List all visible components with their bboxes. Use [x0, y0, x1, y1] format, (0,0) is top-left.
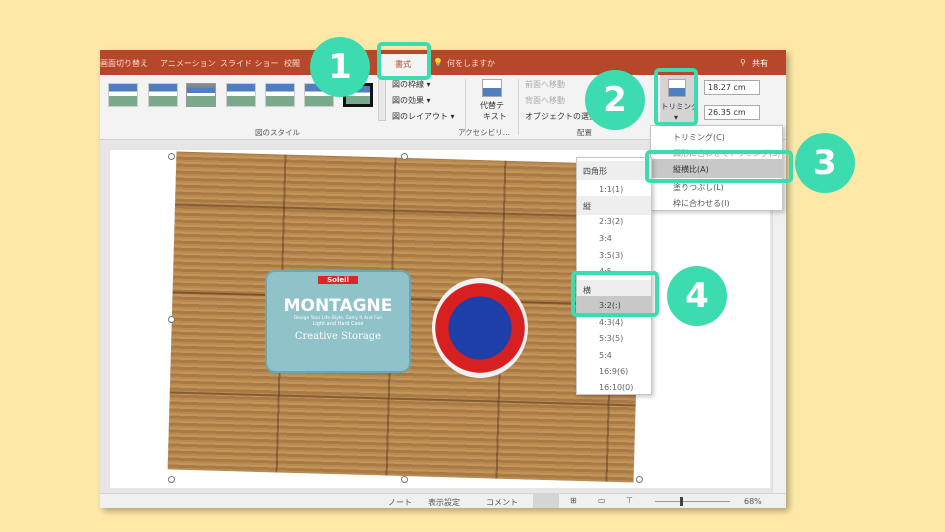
header-square: 四角形 — [577, 161, 651, 180]
group-label-arrange: 配置 — [577, 128, 592, 137]
gallery-scroll[interactable] — [378, 79, 386, 121]
style-thumb[interactable] — [265, 83, 295, 107]
picture-border-button[interactable]: 図の枠線 ▾ — [392, 79, 431, 90]
zoom-slider-thumb[interactable] — [680, 497, 683, 506]
notes-button[interactable]: ノート — [388, 497, 412, 508]
callout-2: 2 — [585, 70, 645, 130]
normal-view-button[interactable] — [533, 494, 559, 508]
style-thumb[interactable] — [148, 83, 178, 107]
group-label-accessibility: アクセシビリ… — [458, 128, 511, 137]
alt-text-button[interactable]: 代替テ — [480, 100, 504, 111]
resize-handle[interactable] — [168, 153, 175, 160]
highlight-format-tab — [377, 42, 431, 80]
resize-handle[interactable] — [401, 153, 408, 160]
height-field[interactable]: 18.27 cm — [704, 80, 760, 95]
slide-sorter-icon[interactable]: ⊞ — [570, 496, 577, 505]
group-label-picture-styles: 図のスタイル — [255, 128, 300, 137]
bring-forward-button[interactable]: 前面へ移動 — [525, 79, 565, 90]
callout-4: 4 — [667, 266, 727, 326]
status-bar: ノート 表示設定 コメント ⊞ ▭ ⊤ 68% — [100, 493, 786, 508]
tab-review[interactable]: 校閲 — [284, 58, 300, 69]
tab-transitions[interactable]: 画面切り替え — [100, 58, 148, 69]
zoom-level[interactable]: 68% — [744, 497, 762, 506]
ratio-option[interactable]: 16:10(0) — [577, 378, 651, 397]
menu-item-fit[interactable]: 枠に合わせる(I) — [651, 193, 782, 212]
resize-handle[interactable] — [636, 476, 643, 483]
zoom-slider[interactable] — [655, 501, 730, 502]
display-settings-button[interactable]: 表示設定 — [428, 497, 460, 508]
tin-title: MONTAGNE — [283, 296, 393, 316]
picture-effects-button[interactable]: 図の効果 ▾ — [392, 95, 431, 106]
resize-handle[interactable] — [401, 476, 408, 483]
slideshow-icon[interactable]: ⊤ — [626, 496, 633, 505]
resize-handle[interactable] — [168, 316, 175, 323]
highlight-3-2 — [571, 271, 659, 317]
tab-animations[interactable]: アニメーション — [160, 58, 216, 69]
person-icon: ⚲ — [740, 58, 746, 67]
send-backward-button[interactable]: 背面へ移動 — [525, 95, 565, 106]
tab-slideshow[interactable]: スライド ショー — [220, 58, 279, 69]
tin-sub: Light and Hard Case — [312, 321, 364, 327]
highlight-crop-button — [654, 68, 698, 126]
reading-view-icon[interactable]: ▭ — [598, 496, 606, 505]
style-thumb[interactable] — [186, 83, 216, 107]
plank-line — [175, 203, 641, 219]
style-thumb[interactable] — [226, 83, 256, 107]
share-button[interactable]: 共有 — [752, 58, 768, 69]
highlight-aspect-ratio — [645, 150, 793, 183]
plate — [432, 278, 528, 378]
alt-text-label: キスト — [483, 112, 507, 121]
resize-handle[interactable] — [168, 476, 175, 483]
callout-1: 1 — [310, 37, 370, 97]
plank-line — [169, 391, 636, 407]
callout-3: 3 — [795, 133, 855, 193]
tin-box: Soleil MONTAGNE Design Your Life-Style, … — [265, 270, 411, 373]
lightbulb-icon: 💡 — [433, 58, 443, 67]
tell-me-search[interactable]: 何をしますか — [447, 58, 495, 69]
alt-text-icon — [482, 79, 502, 97]
comments-button[interactable]: コメント — [486, 497, 518, 508]
tin-name: Creative Storage — [294, 331, 382, 342]
divider — [518, 79, 519, 135]
width-field[interactable]: 26.35 cm — [704, 105, 760, 120]
style-thumb[interactable] — [108, 83, 138, 107]
picture-layout-button[interactable]: 図のレイアウト ▾ — [392, 111, 455, 122]
brand-label: Soleil — [318, 276, 358, 284]
